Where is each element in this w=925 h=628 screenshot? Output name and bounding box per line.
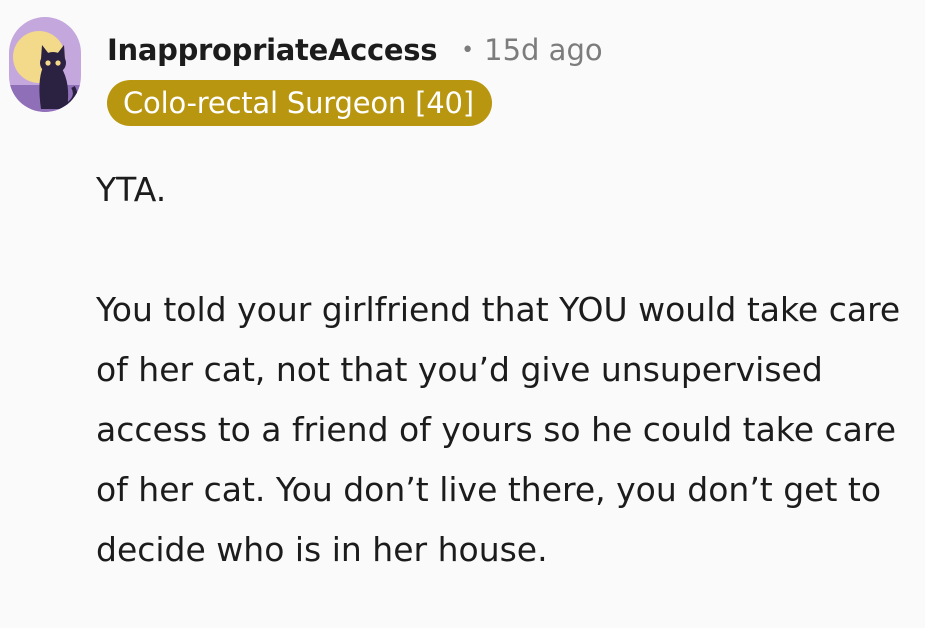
comment-body: YTA. You told your girlfriend that YOU w…	[96, 160, 916, 580]
username-link[interactable]: InappropriateAccess	[107, 33, 437, 67]
timestamp[interactable]: 15d ago	[484, 33, 602, 67]
comment: InappropriateAccess • 15d ago Colo-recta…	[0, 0, 925, 628]
avatar[interactable]	[9, 17, 81, 112]
separator-dot: •	[461, 37, 475, 63]
comment-paragraph: You told your girlfriend that YOU would …	[96, 290, 901, 569]
user-flair-badge: Colo-rectal Surgeon [40]	[107, 80, 492, 126]
comment-paragraph: YTA.	[96, 170, 167, 209]
comment-header: InappropriateAccess • 15d ago	[107, 28, 603, 72]
cat-avatar-icon	[9, 17, 81, 112]
